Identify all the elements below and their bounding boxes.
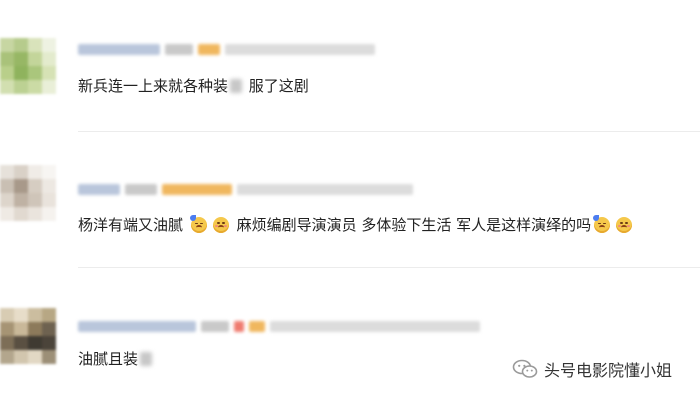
- comment-text: 新兵连一上来就各种装 服了这剧: [78, 76, 309, 96]
- avatar[interactable]: [0, 38, 56, 94]
- wechat-icon: [512, 359, 538, 378]
- comment-meta: [78, 42, 375, 56]
- blurred-character: [230, 79, 243, 93]
- sad-face-icon: [616, 217, 633, 233]
- watermark: 头号电影院懂小姐: [512, 357, 672, 381]
- comment-item: 新兵连一上来就各种装 服了这剧: [0, 0, 700, 132]
- vip-badge: [162, 183, 232, 195]
- comment-timestamp: [270, 320, 480, 332]
- sweat-face-icon: [593, 215, 611, 233]
- avatar[interactable]: [0, 165, 56, 221]
- comment-text-part: 杨洋有端又油腻: [78, 216, 184, 234]
- comment-timestamp: [225, 43, 375, 55]
- vip-badge: [249, 320, 265, 332]
- watermark-text: 头号电影院懂小姐: [543, 361, 672, 380]
- avatar[interactable]: [0, 308, 56, 364]
- comment-meta: [78, 319, 480, 333]
- comment-timestamp: [237, 183, 413, 195]
- comment-text-part: 服了这剧: [244, 77, 309, 95]
- blurred-character: [140, 352, 153, 366]
- comment-text-part: 新兵连一上来就各种装: [78, 77, 229, 95]
- comment-item: 杨洋有端又油腻 麻烦编剧导演演员 多体验下生活 军人是这样演绎的吗: [0, 132, 700, 268]
- comment-text: 杨洋有端又油腻 麻烦编剧导演演员 多体验下生活 军人是这样演绎的吗: [78, 215, 635, 235]
- username[interactable]: [78, 43, 160, 55]
- username[interactable]: [78, 320, 196, 332]
- comment-text-part: 油腻且装: [78, 350, 139, 368]
- user-level-badge: [201, 320, 229, 332]
- username[interactable]: [78, 183, 120, 195]
- comment-text-part: 麻烦编剧导演演员 多体验下生活 军人是这样演绎的吗: [231, 216, 592, 234]
- vip-badge: [234, 320, 244, 332]
- user-level-badge: [125, 183, 157, 195]
- comment-text: 油腻且装: [78, 349, 154, 369]
- sweat-face-icon: [189, 215, 207, 233]
- comment-list-screenshot: 新兵连一上来就各种装 服了这剧 杨洋有端又油腻 麻烦编剧导演演员 多体验下生活 …: [0, 0, 700, 403]
- vip-badge: [198, 43, 220, 55]
- sad-face-icon: [212, 217, 229, 233]
- user-level-badge: [165, 43, 193, 55]
- comment-meta: [78, 182, 413, 196]
- comment-item: 油腻且装: [0, 268, 700, 403]
